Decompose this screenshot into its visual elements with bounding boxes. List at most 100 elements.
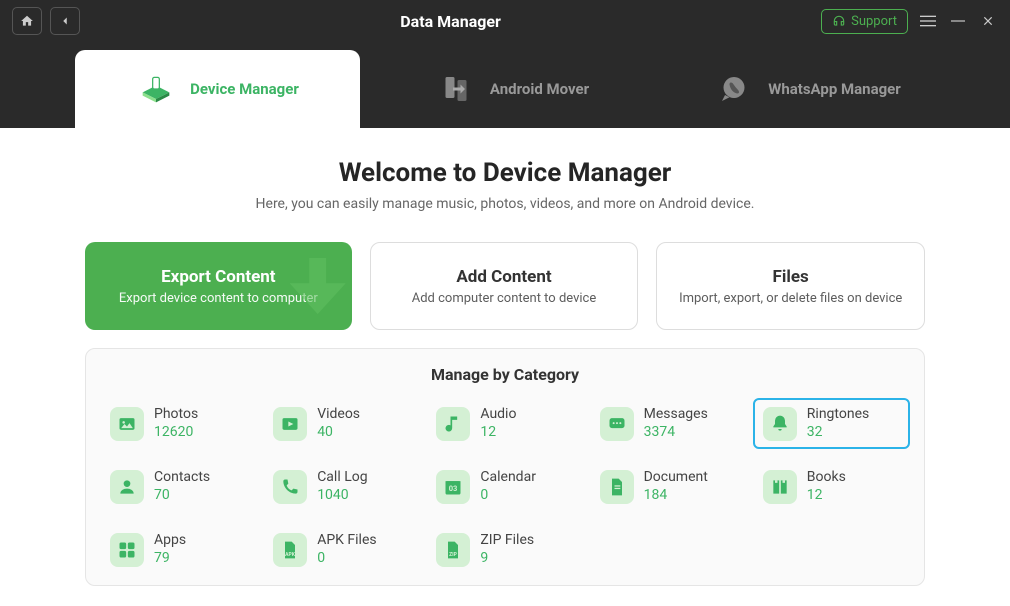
category-text: Contacts 70 <box>154 469 210 504</box>
calendar-icon <box>436 470 470 504</box>
category-count: 12620 <box>154 424 198 442</box>
category-item-document[interactable]: Document 184 <box>590 461 747 512</box>
category-text: Call Log 1040 <box>317 469 367 504</box>
category-item-calendar[interactable]: Calendar 0 <box>426 461 583 512</box>
tab-android-mover[interactable]: Android Mover <box>370 50 655 128</box>
calllog-icon <box>273 470 307 504</box>
back-button[interactable] <box>50 7 80 35</box>
tab-whatsapp-manager[interactable]: WhatsApp Manager <box>665 50 950 128</box>
menu-button[interactable] <box>918 11 938 31</box>
card-title: Files <box>773 267 809 287</box>
category-count: 32 <box>807 424 869 442</box>
category-text: Videos 40 <box>317 406 360 441</box>
menu-icon <box>920 13 936 29</box>
category-label: Call Log <box>317 469 367 487</box>
category-item-apps[interactable]: Apps 79 <box>100 524 257 575</box>
category-item-calllog[interactable]: Call Log 1040 <box>263 461 420 512</box>
category-label: Apps <box>154 532 186 550</box>
device-manager-icon <box>136 69 176 109</box>
category-item-books[interactable]: Books 12 <box>753 461 910 512</box>
audio-icon <box>436 407 470 441</box>
category-item-audio[interactable]: Audio 12 <box>426 398 583 449</box>
category-title: Manage by Category <box>100 365 910 384</box>
category-count: 79 <box>154 550 186 568</box>
category-label: Calendar <box>480 469 536 487</box>
tab-device-manager[interactable]: Device Manager <box>75 50 360 128</box>
books-icon <box>763 470 797 504</box>
home-button[interactable] <box>12 7 42 35</box>
export-content-card[interactable]: Export Content Export device content to … <box>85 242 352 330</box>
category-count: 40 <box>317 424 360 442</box>
welcome-section: Welcome to Device Manager Here, you can … <box>85 158 925 212</box>
category-count: 1040 <box>317 487 367 505</box>
category-count: 70 <box>154 487 210 505</box>
header-right: Support <box>821 9 998 34</box>
category-text: ZIP Files 9 <box>480 532 534 567</box>
category-label: Ringtones <box>807 406 869 424</box>
category-label: Photos <box>154 406 198 424</box>
apk-icon <box>273 533 307 567</box>
close-button[interactable] <box>978 11 998 31</box>
category-text: Photos 12620 <box>154 406 198 441</box>
close-icon <box>981 14 995 28</box>
category-text: Ringtones 32 <box>807 406 869 441</box>
category-label: Audio <box>480 406 516 424</box>
files-card[interactable]: Files Import, export, or delete files on… <box>656 242 925 330</box>
android-mover-icon <box>436 69 476 109</box>
category-item-contacts[interactable]: Contacts 70 <box>100 461 257 512</box>
apps-icon <box>110 533 144 567</box>
category-item-photos[interactable]: Photos 12620 <box>100 398 257 449</box>
whatsapp-manager-icon <box>714 69 754 109</box>
category-text: Books 12 <box>807 469 846 504</box>
category-text: Calendar 0 <box>480 469 536 504</box>
support-button[interactable]: Support <box>821 9 908 34</box>
category-label: Books <box>807 469 846 487</box>
category-item-apk[interactable]: APK Files 0 <box>263 524 420 575</box>
category-item-messages[interactable]: Messages 3374 <box>590 398 747 449</box>
category-text: Apps 79 <box>154 532 186 567</box>
photos-icon <box>110 407 144 441</box>
category-label: ZIP Files <box>480 532 534 550</box>
category-item-videos[interactable]: Videos 40 <box>263 398 420 449</box>
category-count: 0 <box>480 487 536 505</box>
category-item-zip[interactable]: ZIP Files 9 <box>426 524 583 575</box>
category-grid: Photos 12620 Videos 40 Audio 12 Messages… <box>100 398 910 575</box>
category-count: 184 <box>644 487 708 505</box>
card-title: Add Content <box>456 267 551 287</box>
category-text: APK Files 0 <box>317 532 376 567</box>
minimize-button[interactable] <box>948 11 968 31</box>
app-title: Data Manager <box>88 12 813 31</box>
tab-label: Device Manager <box>190 80 299 98</box>
tab-label: Android Mover <box>490 80 589 98</box>
card-subtitle: Add computer content to device <box>412 291 597 306</box>
action-cards: Export Content Export device content to … <box>85 242 925 330</box>
document-icon <box>600 470 634 504</box>
support-label: Support <box>851 14 897 29</box>
category-item-ringtones[interactable]: Ringtones 32 <box>753 398 910 449</box>
tab-bar: Device Manager Android Mover WhatsApp Ma… <box>0 42 1010 128</box>
title-bar: Data Manager Support <box>0 0 1010 42</box>
category-label: APK Files <box>317 532 376 550</box>
category-label: Videos <box>317 406 360 424</box>
category-label: Messages <box>644 406 708 424</box>
ringtones-icon <box>763 407 797 441</box>
headset-icon <box>832 14 846 28</box>
category-count: 0 <box>317 550 376 568</box>
category-label: Contacts <box>154 469 210 487</box>
chevron-left-icon <box>58 14 72 28</box>
welcome-subtitle: Here, you can easily manage music, photo… <box>85 196 925 212</box>
contacts-icon <box>110 470 144 504</box>
category-count: 12 <box>807 487 846 505</box>
card-subtitle: Import, export, or delete files on devic… <box>679 291 902 306</box>
add-content-card[interactable]: Add Content Add computer content to devi… <box>370 242 639 330</box>
zip-icon <box>436 533 470 567</box>
messages-icon <box>600 407 634 441</box>
videos-icon <box>273 407 307 441</box>
category-count: 3374 <box>644 424 708 442</box>
category-text: Audio 12 <box>480 406 516 441</box>
category-count: 12 <box>480 424 516 442</box>
category-label: Document <box>644 469 708 487</box>
minimize-icon <box>951 14 965 28</box>
main-content: Welcome to Device Manager Here, you can … <box>0 128 1010 606</box>
home-icon <box>20 14 34 28</box>
